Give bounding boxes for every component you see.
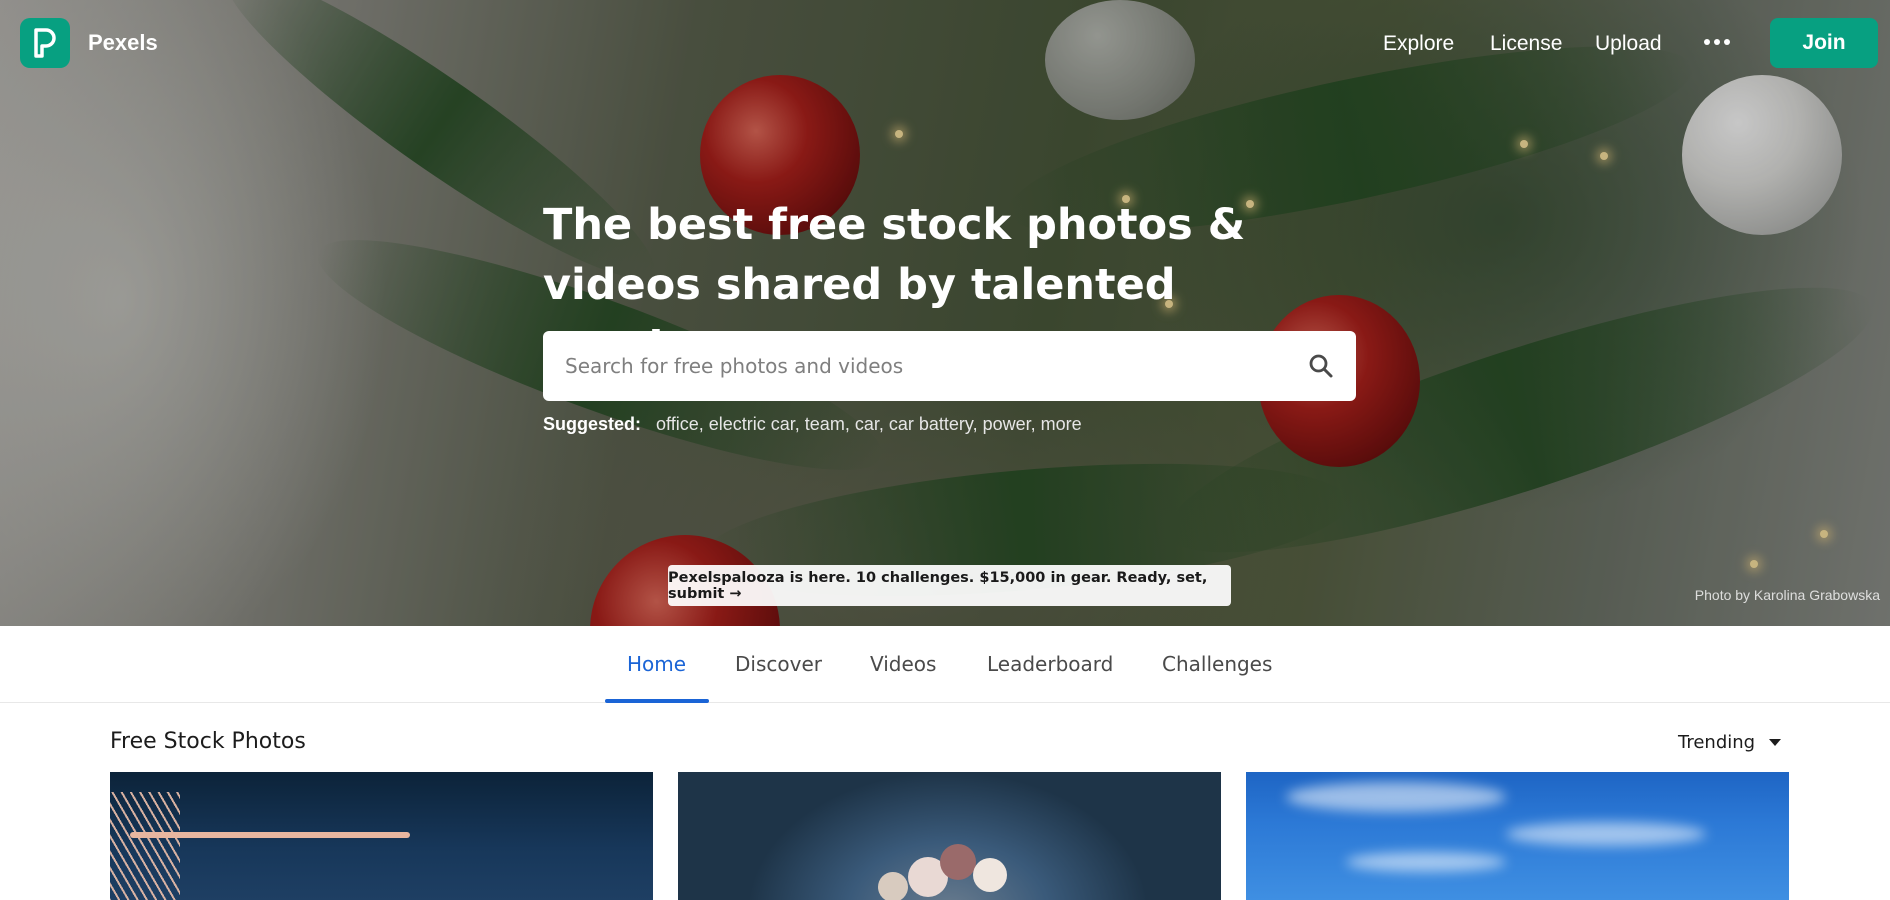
suggested-link[interactable]: electric car (709, 414, 795, 434)
photo-decoration (940, 844, 976, 880)
brand-name[interactable]: Pexels (88, 30, 158, 56)
search-icon[interactable] (1286, 331, 1356, 401)
more-dots-icon[interactable] (1704, 30, 1730, 54)
photo-decoration (1286, 782, 1506, 812)
search-bar (543, 331, 1356, 401)
photo-credit[interactable]: Photo by Karolina Grabowska (1695, 587, 1880, 603)
hero-banner: Pexels Explore License Upload Join The b… (0, 0, 1890, 626)
tab-leaderboard[interactable]: Leaderboard (987, 652, 1113, 676)
photo-decoration (130, 832, 410, 838)
suggested-link[interactable]: car (855, 414, 879, 434)
suggested-link[interactable]: team (805, 414, 845, 434)
photo-decoration (1346, 852, 1506, 872)
sort-dropdown[interactable]: Trending (1678, 732, 1782, 753)
photo-card[interactable] (1246, 772, 1789, 900)
photo-decoration (973, 858, 1007, 892)
nav-explore[interactable]: Explore (1383, 32, 1454, 56)
suggested-more-link[interactable]: more (1041, 414, 1082, 434)
promo-banner[interactable]: Pexelspalooza is here. 10 challenges. $1… (668, 565, 1231, 606)
photo-decoration (1506, 822, 1706, 846)
pexels-logo-icon[interactable] (20, 18, 70, 68)
sort-value: Trending (1678, 732, 1756, 753)
tab-videos[interactable]: Videos (870, 652, 936, 676)
chevron-down-icon (1769, 739, 1782, 746)
suggested-label: Suggested: (543, 414, 642, 434)
main-tabs: Home Discover Videos Leaderboard Challen… (0, 626, 1890, 703)
nav-upload[interactable]: Upload (1595, 32, 1662, 56)
nav-license[interactable]: License (1490, 32, 1562, 56)
tab-discover[interactable]: Discover (735, 652, 822, 676)
join-button[interactable]: Join (1770, 18, 1878, 68)
photo-card[interactable] (678, 772, 1221, 900)
suggested-searches: Suggested: office, electric car, team, c… (543, 414, 1082, 434)
suggested-link[interactable]: power (983, 414, 1031, 434)
section-title: Free Stock Photos (110, 729, 306, 754)
photo-card[interactable] (110, 772, 653, 900)
photo-decoration (878, 872, 908, 900)
tab-challenges[interactable]: Challenges (1162, 652, 1272, 676)
active-tab-indicator (605, 699, 709, 703)
suggested-link[interactable]: car battery (889, 414, 973, 434)
suggested-link[interactable]: office (656, 414, 699, 434)
tab-home[interactable]: Home (627, 652, 686, 676)
search-input[interactable] (543, 331, 1286, 401)
photo-decoration (110, 792, 180, 900)
